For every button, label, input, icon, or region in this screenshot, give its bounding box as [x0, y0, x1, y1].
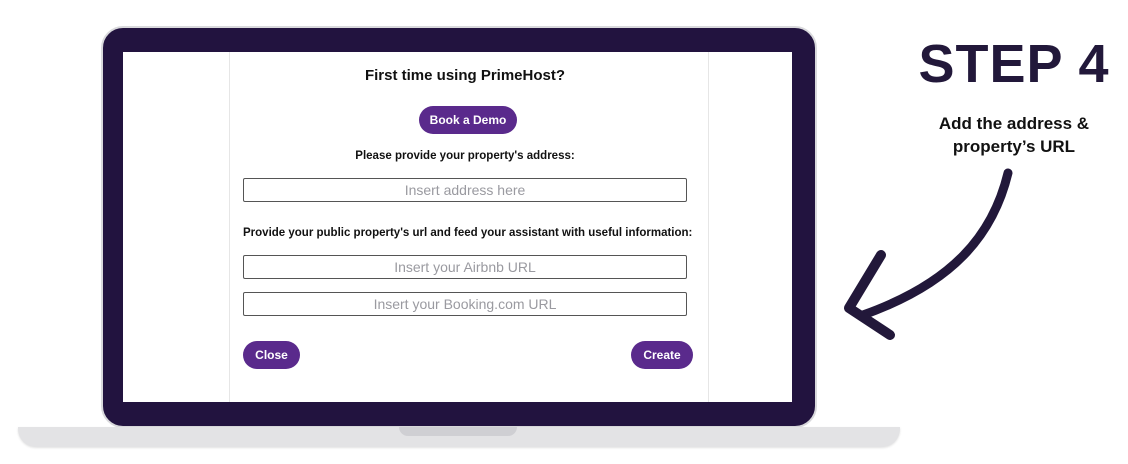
step-description-line-2: property’s URL	[952, 137, 1076, 156]
step-title: STEP 4	[918, 34, 1110, 94]
address-label: Please provide your property's address:	[355, 150, 575, 162]
book-demo-button[interactable]: Book a Demo	[419, 106, 517, 134]
curved-arrow-icon	[844, 168, 1013, 340]
modal-right-edge	[708, 52, 709, 402]
create-button[interactable]: Create	[631, 341, 693, 369]
airbnb-url-input[interactable]	[243, 255, 687, 279]
close-button[interactable]: Close	[243, 341, 300, 369]
url-label: Provide your public property's url and f…	[243, 227, 693, 239]
booking-url-input[interactable]	[243, 292, 687, 316]
step-description: Add the address & property’s URL	[905, 112, 1123, 158]
modal-left-edge	[229, 52, 230, 402]
address-input[interactable]	[243, 178, 687, 202]
laptop-notch	[399, 427, 517, 436]
step-description-line-1: Add the address &	[938, 114, 1090, 133]
modal-title: First time using PrimeHost?	[364, 67, 566, 84]
